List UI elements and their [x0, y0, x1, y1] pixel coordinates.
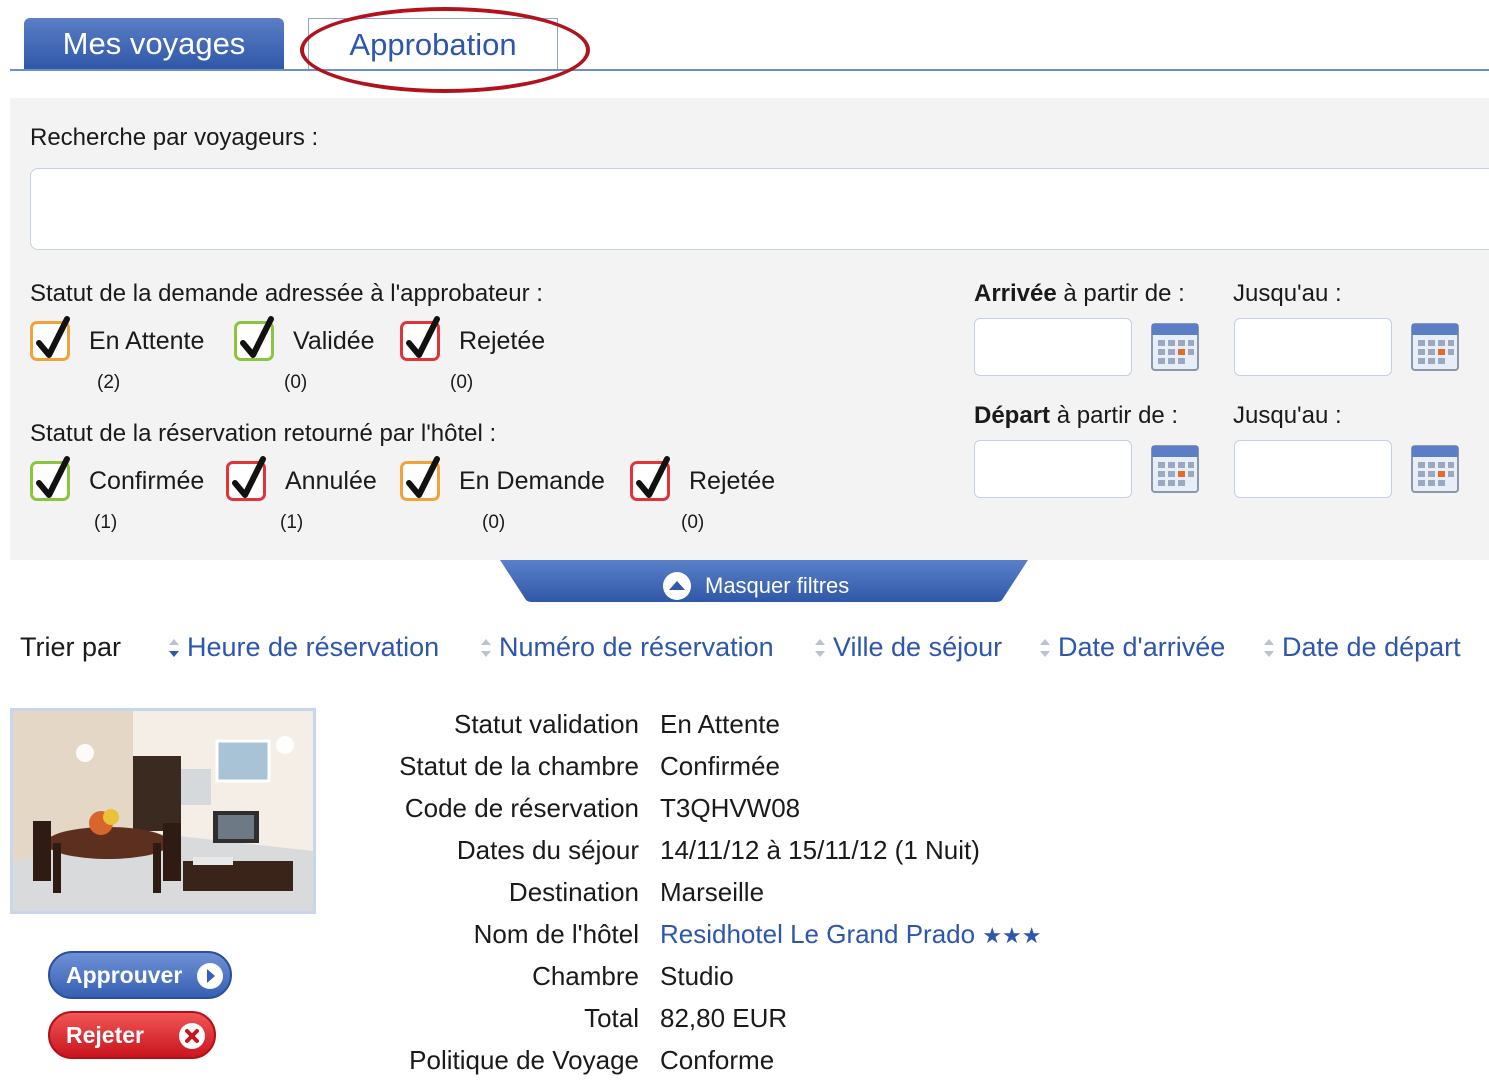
value-politique-voyage: Conforme: [660, 1045, 775, 1075]
approval-status-label: Statut de la demande adressée à l'approb…: [30, 280, 543, 307]
departure-from-input[interactable]: [974, 440, 1132, 498]
count-en-demande: (0): [482, 512, 506, 533]
count-rejetee-approval: (0): [450, 372, 474, 393]
sort-date-arrivee[interactable]: Date d'arrivée: [1058, 632, 1225, 663]
approve-button[interactable]: Approuver: [48, 951, 232, 999]
value-code-reservation: T3QHVW08: [660, 793, 801, 823]
room-photo-illustration: [13, 711, 313, 911]
label-en-demande: En Demande: [459, 467, 605, 495]
label-total: Total: [584, 1003, 639, 1033]
sort-label: Trier par: [20, 632, 122, 662]
count-rejetee-hotel: (0): [681, 512, 705, 533]
label-validee: Validée: [293, 327, 375, 355]
value-total: 82,80 EUR: [660, 1003, 788, 1033]
checkmark-icon: [406, 456, 440, 498]
arrival-from-input[interactable]: [974, 318, 1132, 376]
reject-button[interactable]: Rejeter: [48, 1011, 216, 1059]
calendar-icon[interactable]: [1151, 445, 1199, 493]
label-code-reservation: Code de réservation: [404, 793, 639, 823]
checkbox-confirmee[interactable]: [30, 456, 70, 501]
hotel-status-label: Statut de la réservation retourné par l'…: [30, 420, 497, 447]
label-statut-validation: Statut validation: [453, 709, 639, 739]
reject-label: Rejeter: [66, 1022, 144, 1048]
label-annulee: Annulée: [285, 467, 377, 495]
checkmark-icon: [406, 316, 440, 358]
search-label: Recherche par voyageurs :: [30, 124, 319, 151]
departure-until-label: Jusqu'au :: [1233, 402, 1342, 429]
count-validee: (0): [284, 372, 308, 393]
chevron-up-icon[interactable]: [662, 571, 692, 601]
checkbox-rejetee-hotel[interactable]: [630, 456, 670, 501]
label-rejetee-approval: Rejetée: [459, 327, 546, 355]
traveler-search-input[interactable]: [30, 168, 1489, 250]
label-statut-chambre: Statut de la chambre: [399, 751, 639, 781]
count-confirmee: (1): [94, 512, 118, 533]
checkmark-icon: [36, 316, 70, 358]
sort-arrows-icon: [481, 639, 491, 657]
label-rejetee-hotel: Rejetée: [689, 467, 776, 495]
value-dates-sejour: 14/11/12 à 15/11/12 (1 Nuit): [660, 835, 980, 865]
label-politique-voyage: Politique de Voyage: [409, 1045, 639, 1075]
label-dates-sejour: Dates du séjour: [456, 835, 639, 865]
label-confirmee: Confirmée: [89, 467, 205, 495]
sort-date-depart[interactable]: Date de départ: [1282, 632, 1461, 663]
departure-until-input[interactable]: [1234, 440, 1392, 498]
sort-arrows-icon: [1264, 639, 1274, 657]
checkbox-validee[interactable]: [234, 316, 274, 361]
checkbox-rejetee-approval[interactable]: [400, 316, 440, 361]
hotel-room-photo[interactable]: [10, 708, 316, 914]
sort-arrows-icon: [1040, 639, 1050, 657]
tab-mes-voyages[interactable]: Mes voyages: [24, 18, 284, 69]
checkmark-icon: [636, 456, 670, 498]
arrow-right-icon: [197, 963, 223, 989]
hotel-stars: ★★★: [982, 923, 1042, 948]
value-chambre: Studio: [660, 961, 734, 991]
hotel-name-link[interactable]: Residhotel Le Grand Prado ★★★: [660, 919, 1042, 950]
count-en-attente: (2): [97, 372, 121, 393]
label-chambre: Chambre: [532, 961, 639, 991]
sort-ville-sejour[interactable]: Ville de séjour: [833, 632, 1002, 663]
checkmark-icon: [232, 456, 266, 498]
count-annulee: (1): [280, 512, 304, 533]
close-icon: [179, 1023, 205, 1049]
calendar-icon[interactable]: [1151, 323, 1199, 371]
checkmark-icon: [36, 456, 70, 498]
checkbox-en-demande[interactable]: [400, 456, 440, 501]
tab-approbation[interactable]: Approbation: [308, 18, 558, 69]
sort-numero-reservation[interactable]: Numéro de réservation: [499, 632, 774, 663]
value-statut-chambre: Confirmée: [660, 751, 780, 781]
label-nom-hotel: Nom de l'hôtel: [473, 919, 639, 949]
label-destination: Destination: [508, 877, 639, 907]
sort-arrows-icon: [169, 639, 179, 657]
checkmark-icon: [240, 316, 274, 358]
label-en-attente: En Attente: [89, 327, 205, 355]
arrival-until-input[interactable]: [1234, 318, 1392, 376]
calendar-icon[interactable]: [1411, 445, 1459, 493]
approve-label: Approuver: [66, 962, 183, 988]
sort-heure-reservation[interactable]: Heure de réservation: [187, 632, 439, 663]
checkbox-en-attente[interactable]: [30, 316, 70, 361]
arrival-from-label: Arrivée à partir de :: [974, 280, 1185, 307]
sort-arrows-icon: [815, 639, 825, 657]
checkbox-annulee[interactable]: [226, 456, 266, 501]
value-destination: Marseille: [660, 877, 765, 907]
hide-filters-label[interactable]: Masquer filtres: [705, 573, 849, 599]
departure-from-label: Départ à partir de :: [974, 402, 1179, 429]
value-statut-validation: En Attente: [660, 709, 780, 739]
arrival-until-label: Jusqu'au :: [1233, 280, 1342, 307]
calendar-icon[interactable]: [1411, 323, 1459, 371]
